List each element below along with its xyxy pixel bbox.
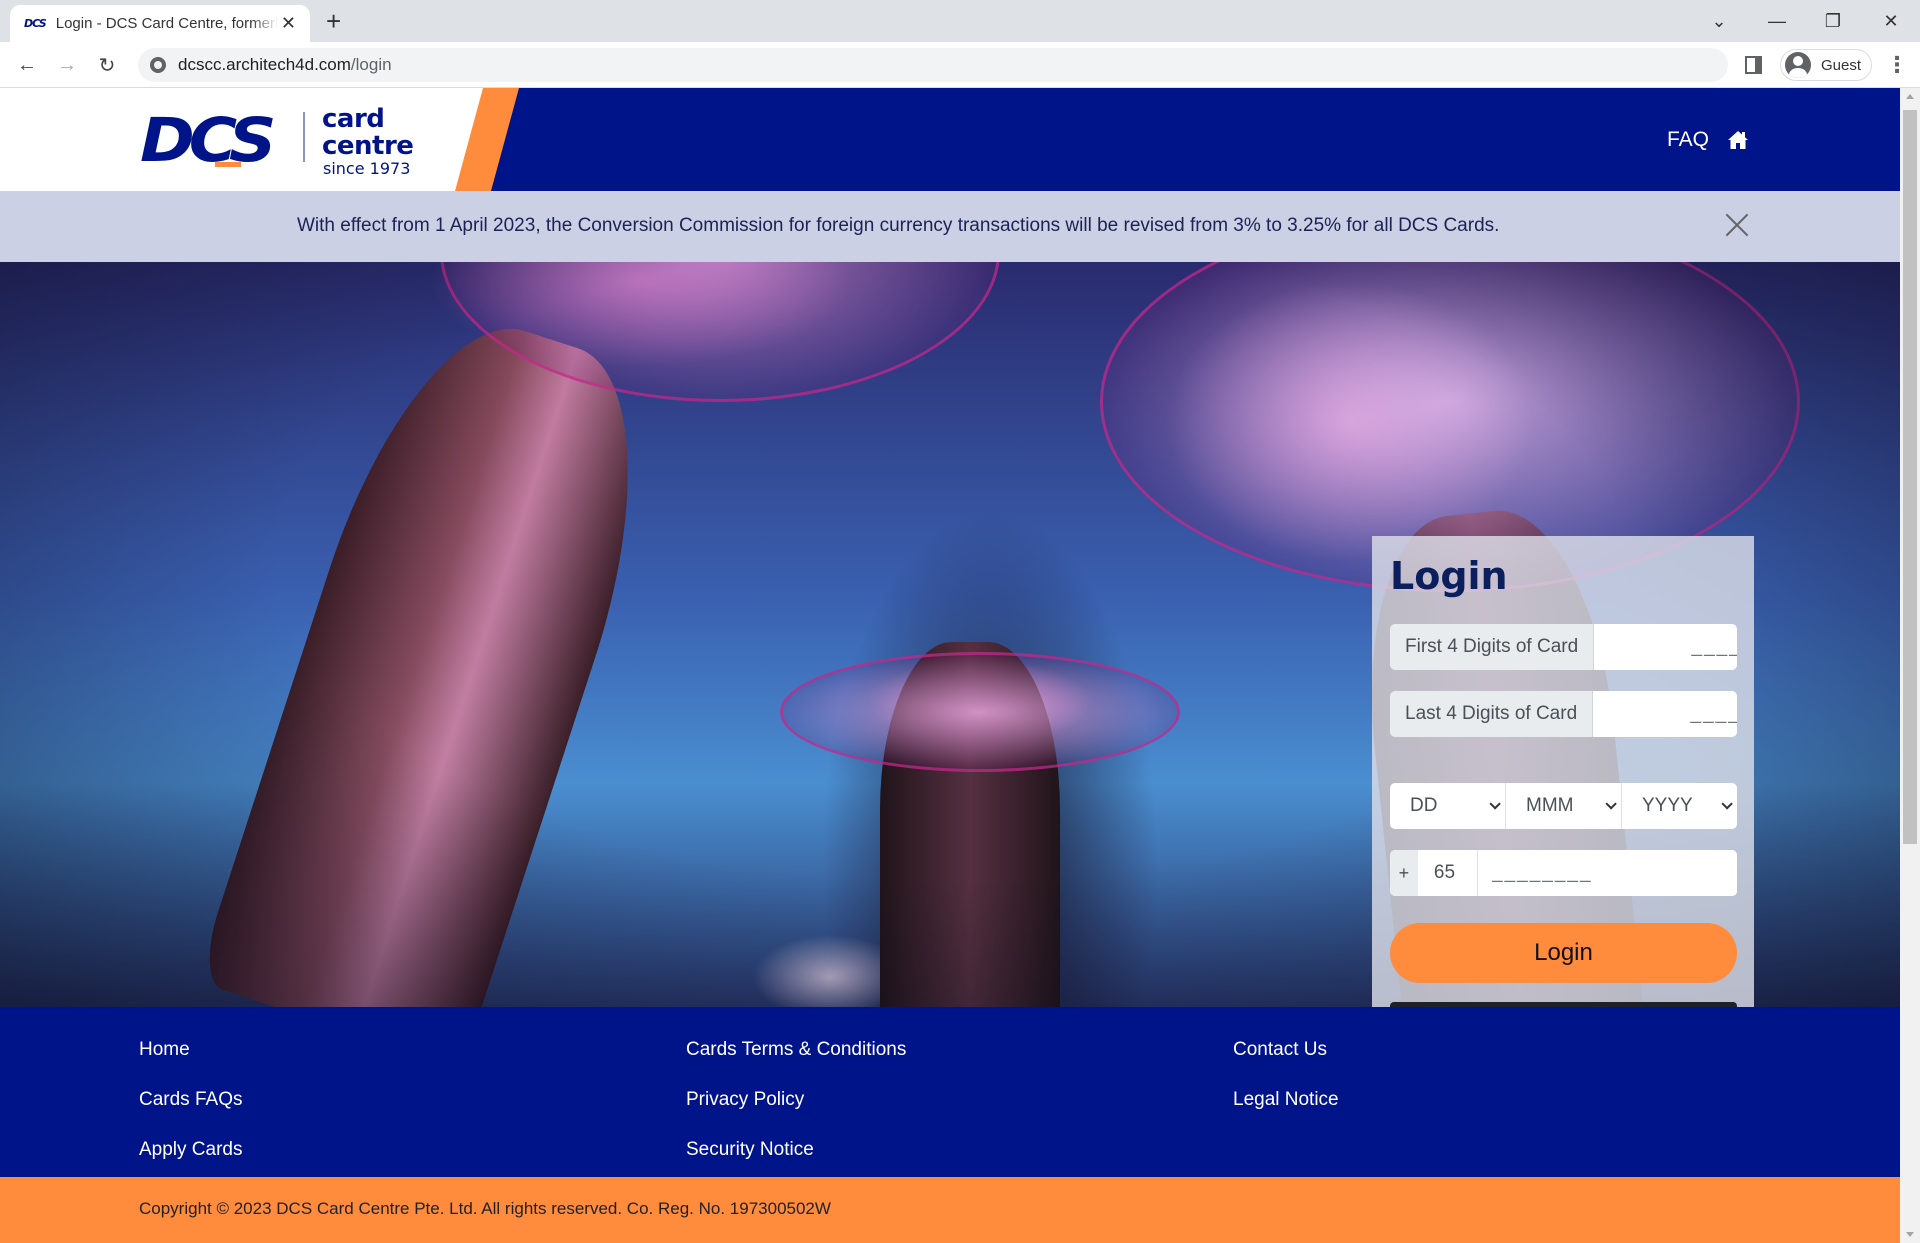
avatar-icon	[1785, 52, 1811, 78]
tab-search-icon[interactable]: ⌄	[1694, 0, 1744, 42]
phone-number-input[interactable]	[1478, 850, 1737, 896]
window-close-icon[interactable]: ✕	[1866, 0, 1916, 42]
profile-button[interactable]: Guest	[1780, 49, 1872, 81]
site-info-icon[interactable]	[150, 57, 166, 73]
footer-link-cards-faqs[interactable]: Cards FAQs	[139, 1081, 243, 1131]
new-tab-button[interactable]: +	[326, 6, 341, 37]
scroll-thumb[interactable]	[1903, 110, 1917, 844]
url-domain: dcscc.architech4d.com	[178, 55, 351, 74]
copyright-bar: Copyright © 2023 DCS Card Centre Pte. Lt…	[0, 1177, 1900, 1243]
phone-plus-prefix: +	[1390, 850, 1418, 896]
dcs-logo: DCS	[140, 105, 276, 176]
close-icon[interactable]	[1724, 212, 1750, 238]
site-footer: Home Cards FAQs Apply Cards Cards Terms …	[0, 1007, 1900, 1177]
tab-close-icon[interactable]: ✕	[281, 13, 296, 34]
url-field[interactable]: dcscc.architech4d.com/login	[138, 48, 1728, 82]
footer-link-security[interactable]: Security Notice	[686, 1131, 906, 1181]
favicon-icon: DCS	[24, 17, 47, 30]
logo-divider	[303, 112, 305, 162]
last4-label: Last 4 Digits of Card	[1390, 691, 1594, 737]
date-of-birth-group: DD MMM YYYY	[1390, 783, 1737, 829]
site-header: DCS card centre since 1973 FAQ	[0, 88, 1900, 191]
browser-tab-bar: DCS Login - DCS Card Centre, formerly ✕ …	[0, 0, 1920, 42]
hero-image: Login First 4 Digits of Card Last 4 Digi…	[0, 262, 1900, 1007]
browser-menu-icon[interactable]: ⋮	[1886, 54, 1908, 76]
chevron-down-icon	[1721, 798, 1733, 810]
footer-column: Home Cards FAQs Apply Cards	[139, 1031, 243, 1181]
url-path: /login	[350, 55, 392, 74]
page-viewport: DCS card centre since 1973 FAQ With effe…	[0, 88, 1900, 1243]
url-text: dcscc.architech4d.com/login	[178, 55, 392, 75]
day-select[interactable]: DD	[1390, 783, 1506, 829]
logo-line-centre: centre	[322, 131, 414, 161]
logo-accent	[215, 162, 241, 167]
last4-field-group: Last 4 Digits of Card	[1390, 691, 1737, 737]
footer-link-apply-cards[interactable]: Apply Cards	[139, 1131, 243, 1181]
footer-link-home[interactable]: Home	[139, 1031, 243, 1081]
back-icon[interactable]: ←	[12, 50, 42, 80]
footer-column: Contact Us Legal Notice	[1233, 1031, 1339, 1131]
logo-line-card: card	[322, 104, 385, 134]
login-button[interactable]: Login	[1390, 923, 1737, 983]
announcement-banner: With effect from 1 April 2023, the Conve…	[0, 191, 1900, 262]
year-select[interactable]: YYYY	[1622, 783, 1737, 829]
copyright-text: Copyright © 2023 DCS Card Centre Pte. Lt…	[139, 1199, 831, 1218]
day-select-value: DD	[1410, 795, 1438, 816]
side-panel-icon[interactable]	[1745, 56, 1762, 74]
footer-column: Cards Terms & Conditions Privacy Policy …	[686, 1031, 906, 1181]
browser-tab[interactable]: DCS Login - DCS Card Centre, formerly ✕	[10, 5, 310, 42]
footer-link-legal[interactable]: Legal Notice	[1233, 1081, 1339, 1131]
login-title: Login	[1390, 554, 1508, 598]
page-scrollbar[interactable]	[1900, 88, 1920, 1243]
profile-name: Guest	[1821, 56, 1862, 74]
footer-link-terms[interactable]: Cards Terms & Conditions	[686, 1031, 906, 1081]
address-bar: ← → ↻ dcscc.architech4d.com/login Guest …	[0, 42, 1920, 88]
minimize-icon[interactable]: —	[1752, 0, 1802, 42]
restore-icon[interactable]: ❐	[1808, 0, 1858, 42]
home-icon[interactable]	[1727, 130, 1749, 150]
reload-icon[interactable]: ↻	[92, 50, 122, 80]
last4-input[interactable]	[1593, 691, 1737, 737]
faq-link[interactable]: FAQ	[1667, 128, 1709, 152]
chevron-down-icon	[1489, 798, 1501, 810]
month-select-value: MMM	[1526, 795, 1574, 816]
logo-since: since 1973	[323, 159, 411, 178]
logo-link[interactable]: DCS card centre since 1973	[0, 88, 500, 191]
phone-field-group: + 65	[1390, 850, 1737, 896]
scroll-up-arrow-icon[interactable]	[1906, 94, 1914, 99]
month-select[interactable]: MMM	[1506, 783, 1622, 829]
tab-title: Login - DCS Card Centre, formerly	[55, 15, 278, 32]
announcement-text: With effect from 1 April 2023, the Conve…	[297, 215, 1500, 236]
logo-wordmark: card centre	[322, 104, 414, 161]
forward-icon[interactable]: →	[52, 50, 82, 80]
country-code-input[interactable]: 65	[1418, 850, 1478, 896]
footer-link-privacy[interactable]: Privacy Policy	[686, 1081, 906, 1131]
first4-field-group: First 4 Digits of Card	[1390, 624, 1737, 670]
year-select-value: YYYY	[1642, 795, 1693, 816]
first4-input[interactable]	[1594, 624, 1737, 670]
login-form: Login First 4 Digits of Card Last 4 Digi…	[1372, 536, 1754, 1007]
scroll-down-arrow-icon[interactable]	[1906, 1232, 1914, 1237]
chevron-down-icon	[1605, 798, 1617, 810]
first4-label: First 4 Digits of Card	[1390, 624, 1595, 670]
footer-link-contact[interactable]: Contact Us	[1233, 1031, 1339, 1081]
